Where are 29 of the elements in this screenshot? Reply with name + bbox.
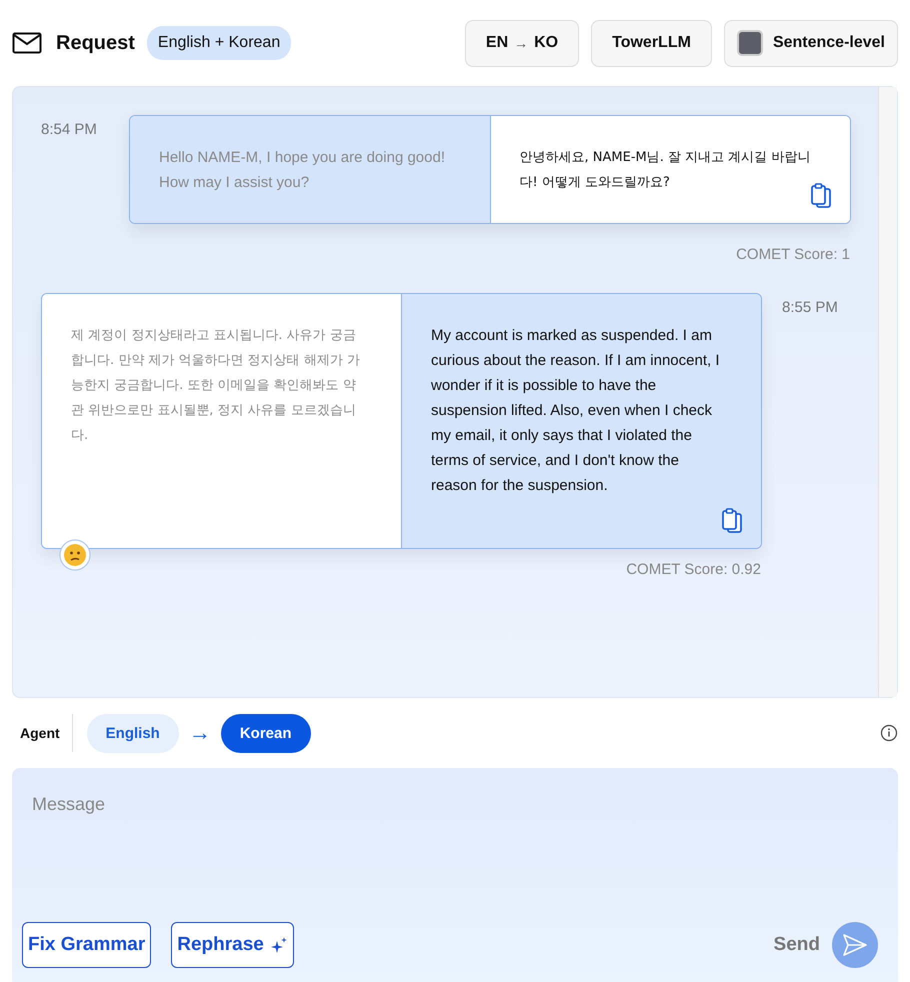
- message-text: 안녕하세요, NAME-M님. 잘 지내고 계시길 바랍니다! 어떻게 도와드릴까요?: [520, 149, 812, 192]
- copy-icon[interactable]: [721, 508, 743, 534]
- message-time: 8:54 PM: [41, 120, 98, 138]
- mail-icon: [12, 32, 42, 54]
- agent-label: Agent: [20, 725, 60, 741]
- language-chip[interactable]: Korean: [220, 714, 311, 752]
- action-button[interactable]: Fix Grammar: [22, 922, 152, 968]
- send-label: Send: [774, 934, 820, 956]
- message-text: 제 계정이 정지상태라고 표시됩니다. 사유가 궁금합니다. 만약 제가 억울하다면 정지상태 해제가 가능한지 궁금합니다. 또한 이메일을 확인해봐도 약관 위반으로만 표시될뿐, 정지 사유를 모르겠습니다.: [71, 327, 361, 445]
- message-text: My account is marked as suspended. I am curious about the reason. If I am innocent, I wonder if it is possible to have the suspension lifted. Also, even when I check my email, it only says that I violated the terms of service, and I don't know the reason for the suspension.: [431, 326, 721, 496]
- level-button[interactable]: Sentence-level: [724, 20, 898, 66]
- comet-score: COMET Score: 0.92: [625, 561, 762, 578]
- comet-score: COMET Score: 1: [735, 246, 851, 263]
- message-input[interactable]: Message: [22, 786, 888, 922]
- message-text: Hello NAME-M, I hope you are doing good! How may I assist you?: [159, 148, 446, 193]
- page-title: Request: [56, 32, 135, 54]
- message-time: 8:55 PM: [782, 298, 839, 316]
- copy-icon[interactable]: [810, 183, 832, 209]
- language-direction-button[interactable]: EN → KO: [464, 20, 580, 66]
- action-button[interactable]: Rephrase: [171, 922, 294, 968]
- confused-emoji-icon[interactable]: [59, 539, 91, 571]
- send-icon: [842, 933, 868, 957]
- arrow-icon: →: [188, 720, 211, 746]
- scrollbar[interactable]: [878, 87, 897, 697]
- language-badge: English + Korean: [146, 26, 292, 60]
- info-icon[interactable]: [880, 724, 898, 742]
- language-chip[interactable]: English: [86, 714, 179, 752]
- model-button[interactable]: TowerLLM: [591, 20, 712, 66]
- message-composer[interactable]: Message Fix Grammar Rephrase Send: [12, 768, 898, 982]
